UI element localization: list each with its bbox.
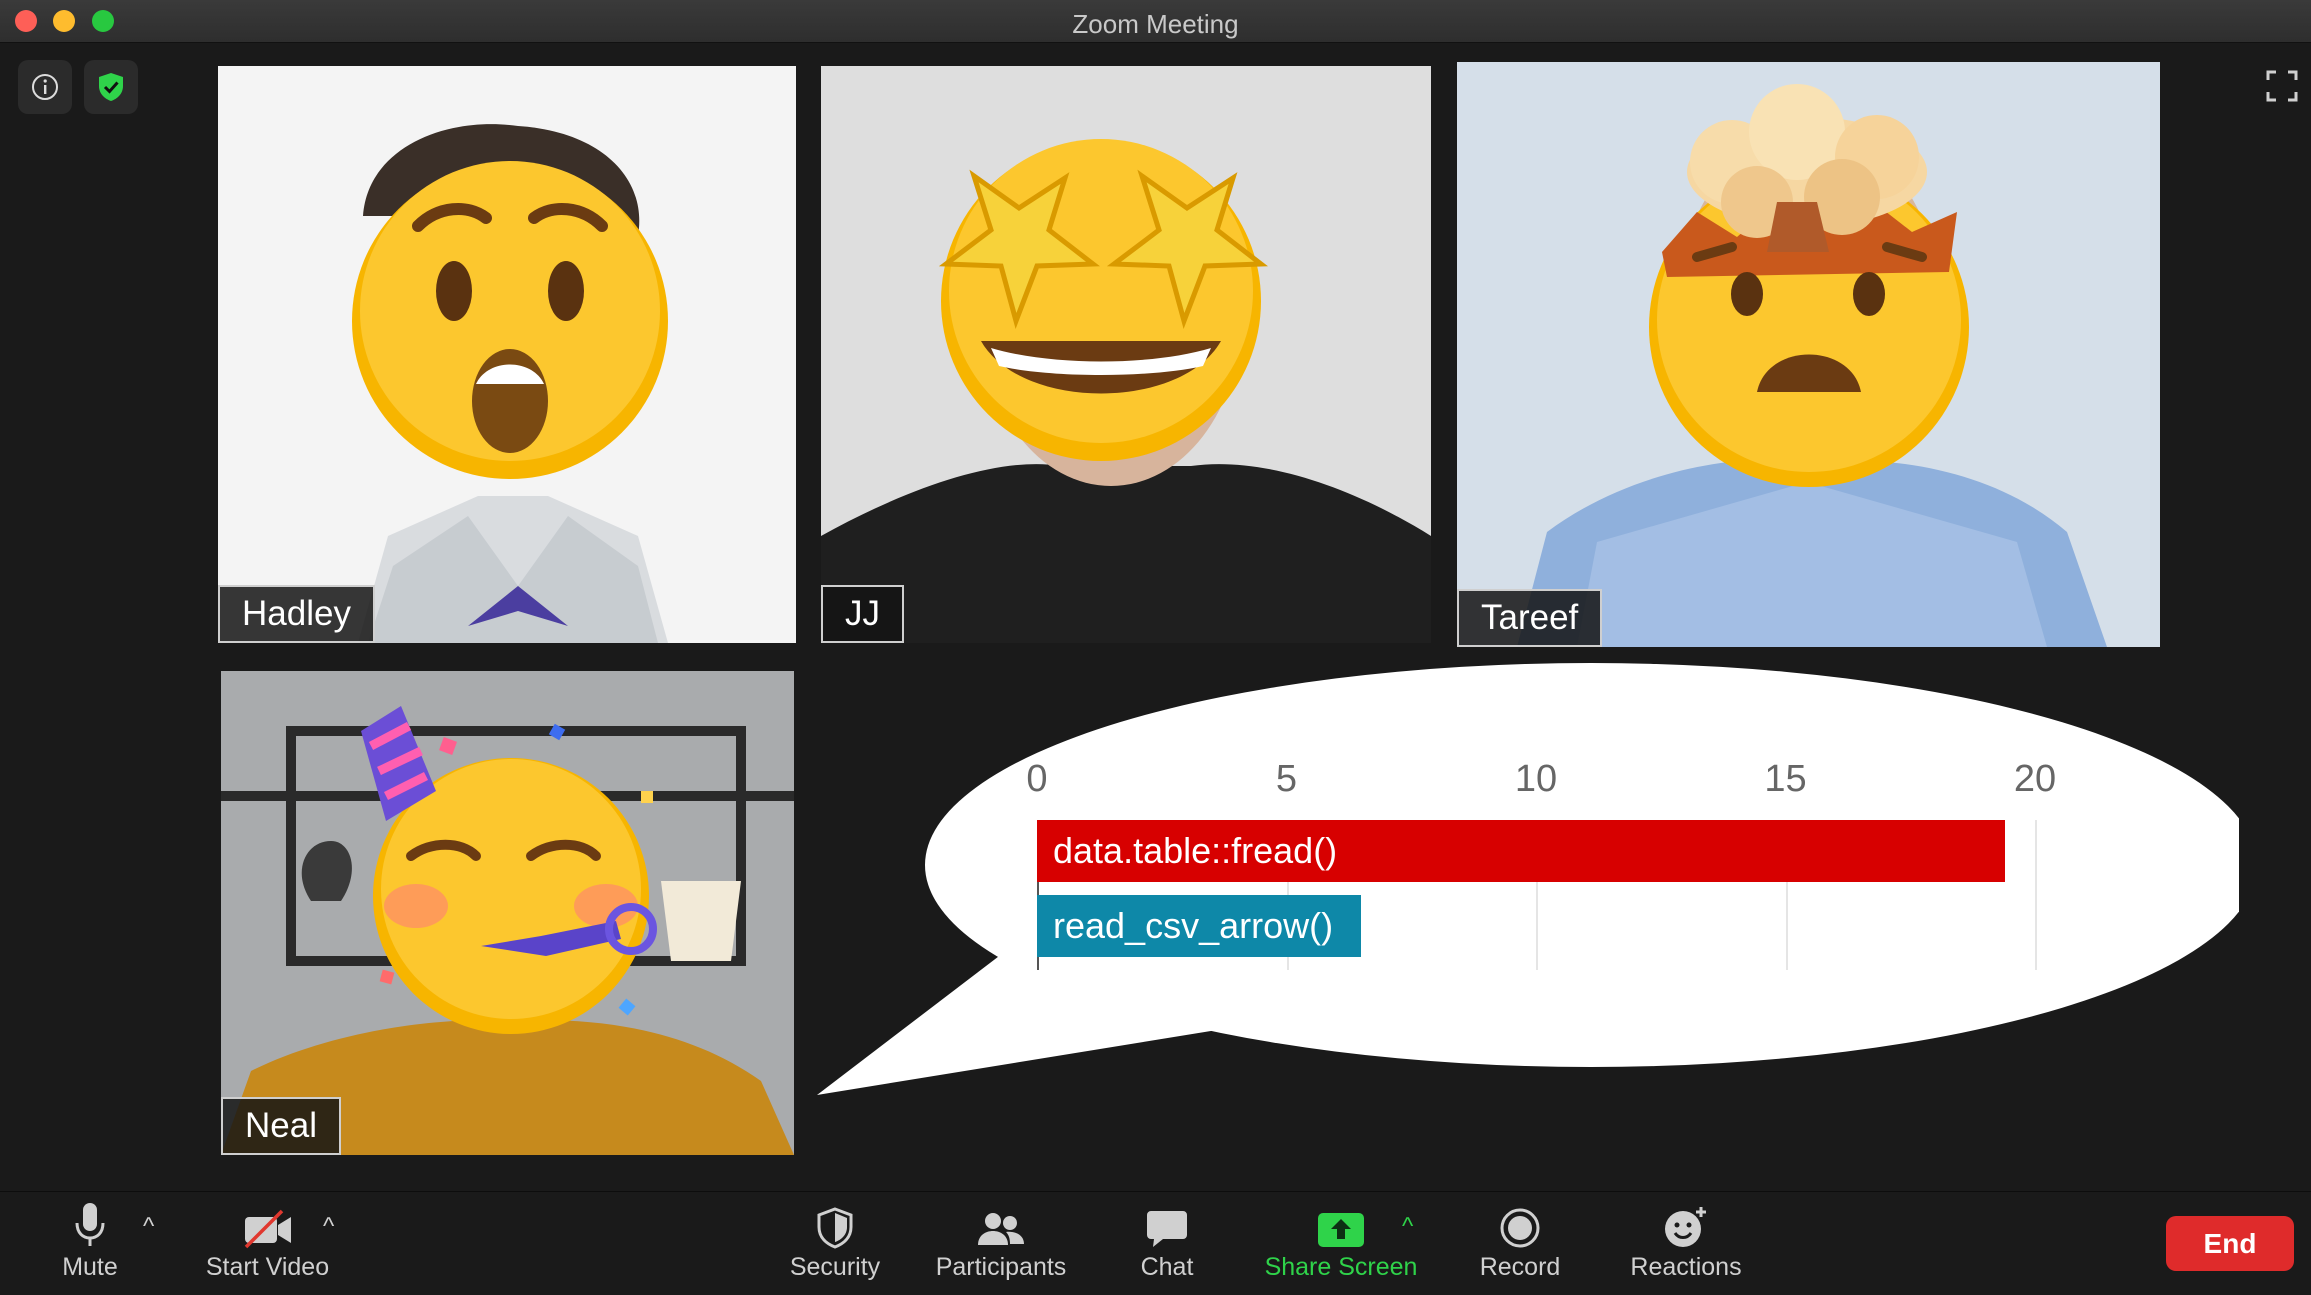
reactions-label: Reactions	[1630, 1253, 1742, 1281]
shield-check-icon	[99, 73, 123, 101]
x-tick-label: 15	[1764, 758, 1807, 800]
mute-label: Mute	[62, 1253, 118, 1281]
video-off-icon	[244, 1209, 291, 1249]
fullscreen-button[interactable]	[2264, 68, 2300, 104]
x-tick-label: 0	[1026, 758, 1048, 800]
video-tile-neal[interactable]: Neal	[221, 671, 794, 1155]
microphone-icon	[75, 1203, 105, 1246]
fullscreen-icon	[2266, 70, 2298, 102]
participants-button[interactable]: Participants	[930, 1191, 1072, 1295]
gridline	[2035, 820, 2037, 970]
participants-label: Participants	[935, 1253, 1067, 1281]
participant-name-hadley: Hadley	[218, 585, 375, 643]
share-screen-button[interactable]: Share Screen	[1262, 1191, 1420, 1295]
title-bar: Zoom Meeting	[0, 0, 2311, 43]
participant-name-jj: JJ	[821, 585, 904, 643]
video-options-caret[interactable]: ^	[323, 1213, 334, 1241]
info-icon	[32, 74, 58, 100]
share-options-caret[interactable]: ^	[1402, 1213, 1413, 1241]
share-screen-icon	[1318, 1213, 1364, 1247]
neal-video-feed	[221, 671, 794, 1155]
star-struck-emoji	[938, 139, 1269, 461]
start-video-label: Start Video	[205, 1253, 330, 1281]
share-screen-label: Share Screen	[1264, 1253, 1418, 1281]
chat-icon	[1147, 1211, 1187, 1247]
end-meeting-button[interactable]: End	[2166, 1216, 2294, 1271]
reactions-icon	[1665, 1207, 1706, 1247]
record-label: Record	[1479, 1253, 1561, 1281]
video-tile-hadley[interactable]: Hadley	[218, 66, 796, 643]
security-shield-icon	[817, 1207, 853, 1249]
jj-video-feed	[821, 66, 1431, 643]
chat-label: Chat	[1140, 1253, 1194, 1281]
reactions-button[interactable]: Reactions	[1622, 1191, 1750, 1295]
benchmark-bar-chart: 0 5 10 15 20 data.table::fread()read_csv_arro…	[1026, 758, 2056, 972]
bar-read-csv-arrow: read_csv_arrow()	[1037, 895, 1362, 957]
record-button[interactable]: Record	[1470, 1191, 1570, 1295]
participant-name-tareef: Tareef	[1457, 589, 1603, 647]
record-icon	[1500, 1208, 1540, 1248]
participants-icon	[978, 1213, 1024, 1245]
audio-options-caret[interactable]: ^	[143, 1213, 154, 1241]
mute-button[interactable]: Mute	[40, 1191, 140, 1295]
security-button[interactable]: Security	[775, 1191, 895, 1295]
hadley-video-feed	[218, 66, 796, 643]
x-tick-label: 5	[1275, 758, 1298, 800]
participant-name-neal: Neal	[221, 1097, 341, 1155]
chat-button[interactable]: Chat	[1117, 1191, 1217, 1295]
astonished-emoji	[352, 161, 668, 479]
window-title: Zoom Meeting	[1072, 9, 1239, 39]
video-tile-tareef[interactable]: Tareef	[1457, 62, 2160, 647]
meeting-info-button[interactable]	[18, 60, 72, 114]
start-video-button[interactable]: Start Video	[195, 1191, 340, 1295]
bar-fread: data.table::fread()	[1037, 820, 2006, 882]
encryption-button[interactable]	[84, 60, 138, 114]
x-tick-label: 10	[1514, 758, 1558, 800]
video-tile-jj[interactable]: JJ	[821, 66, 1431, 643]
x-tick-label: 20	[2013, 758, 2057, 800]
security-label: Security	[789, 1253, 881, 1281]
tareef-video-feed	[1457, 62, 2160, 647]
